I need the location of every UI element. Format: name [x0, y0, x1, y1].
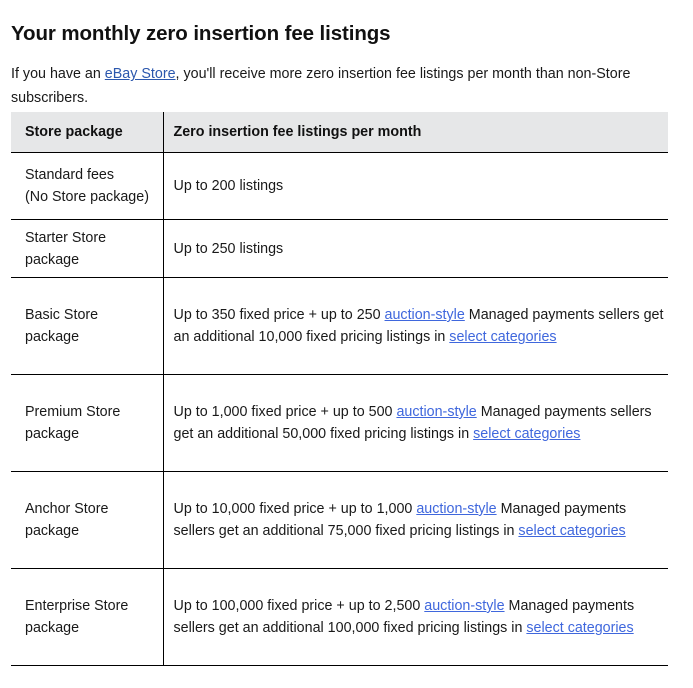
column-header-store-package-label: Store package: [25, 124, 123, 140]
listings-detail: Up to 200 listings: [164, 175, 669, 197]
listings-detail: Up to 1,000 fixed price + up to 500 auct…: [164, 401, 669, 445]
intro-paragraph: If you have an eBay Store, you'll receiv…: [11, 63, 663, 110]
table-row: Basic Store package Up to 350 fixed pric…: [11, 277, 669, 375]
store-package-line: package: [25, 251, 80, 268]
listings-primary: Up to 350 fixed price + up to 250 auctio…: [174, 307, 465, 323]
store-package-line: package: [25, 329, 80, 345]
cell-listings-detail: Up to 350 fixed price + up to 250 auctio…: [163, 277, 669, 375]
listings-primary: Up to 200 listings: [174, 178, 284, 194]
auction-style-link[interactable]: auction-style: [416, 501, 496, 517]
listings-detail: Up to 100,000 fixed price + up to 2,500 …: [164, 595, 669, 639]
table-header-row: Store package Zero insertion fee listing…: [11, 112, 668, 153]
listings-primary-text: Up to 1,000 fixed price + up to 500: [173, 404, 397, 420]
listings-primary-text: Up to 10,000 fixed price + up to 1,000: [173, 501, 417, 517]
cell-listings-detail: Up to 1,000 fixed price + up to 500 auct…: [163, 374, 669, 472]
table-row: Anchor Store package Up to 10,000 fixed …: [11, 471, 669, 569]
cell-store-package: Starter Store package: [11, 219, 164, 278]
listings-primary-text: Up to 350 fixed price + up to 250: [173, 307, 385, 323]
cell-listings-detail: Up to 100,000 fixed price + up to 2,500 …: [163, 568, 669, 666]
table-row: Enterprise Store package Up to 100,000 f…: [11, 568, 669, 666]
fee-listings-page: Your monthly zero insertion fee listings…: [0, 0, 693, 688]
table-header: Store package Zero insertion fee listing…: [11, 112, 668, 153]
listings-detail: Up to 10,000 fixed price + up to 1,000 a…: [164, 498, 669, 542]
store-package-line: package: [25, 523, 80, 539]
store-package-name: Premium Store package: [11, 401, 163, 445]
listings-detail: Up to 350 fixed price + up to 250 auctio…: [164, 304, 669, 348]
select-categories-link[interactable]: select categories: [449, 329, 556, 345]
store-package-name: Standard fees (No Store package): [11, 164, 163, 208]
listings-primary-text: Up to 250 listings: [173, 240, 284, 257]
listings-primary: Up to 10,000 fixed price + up to 1,000 a…: [174, 501, 497, 517]
listings-primary: Up to 250 listings: [174, 241, 284, 257]
select-categories-link[interactable]: select categories: [473, 426, 580, 442]
store-package-line: Basic Store: [25, 307, 99, 323]
table-body: Standard fees (No Store package) Up to 2…: [11, 152, 669, 666]
zero-insertion-fee-table: Store package Zero insertion fee listing…: [11, 112, 668, 666]
cell-listings-detail: Up to 10,000 fixed price + up to 1,000 a…: [163, 471, 669, 569]
cell-store-package: Enterprise Store package: [11, 568, 164, 666]
listings-detail: Up to 250 listings: [164, 238, 669, 260]
cell-listings-detail: Up to 200 listings: [163, 152, 669, 220]
ebay-store-link[interactable]: eBay Store: [105, 66, 176, 82]
listings-primary-text: Up to 100,000 fixed price + up to 2,500: [173, 598, 425, 614]
table-row: Standard fees (No Store package) Up to 2…: [11, 152, 669, 220]
store-package-line: Anchor Store: [25, 501, 109, 517]
column-header-zero-insertion-listings-label: Zero insertion fee listings per month: [173, 124, 422, 140]
store-package-name: Starter Store package: [11, 227, 163, 271]
store-package-line: Starter Store: [25, 229, 107, 246]
listings-primary-text: Up to 200 listings: [173, 178, 284, 194]
page-title: Your monthly zero insertion fee listings: [11, 21, 391, 45]
table-row: Starter Store package Up to 250 listings: [11, 219, 669, 278]
store-package-name: Anchor Store package: [11, 498, 163, 542]
auction-style-link[interactable]: auction-style: [396, 404, 476, 420]
cell-store-package: Premium Store package: [11, 374, 164, 472]
store-package-line: package: [25, 620, 80, 636]
auction-style-link[interactable]: auction-style: [385, 307, 465, 323]
table-row: Premium Store package Up to 1,000 fixed …: [11, 374, 669, 472]
cell-store-package: Anchor Store package: [11, 471, 164, 569]
store-package-line: Standard fees: [25, 167, 115, 183]
store-package-name: Basic Store package: [11, 304, 163, 348]
store-package-line: Enterprise Store: [25, 598, 129, 614]
cell-store-package: Basic Store package: [11, 277, 164, 375]
store-package-line: Premium Store: [25, 404, 121, 420]
store-package-line: package: [25, 426, 80, 442]
cell-store-package: Standard fees (No Store package): [11, 152, 164, 220]
select-categories-link[interactable]: select categories: [518, 523, 625, 539]
cell-listings-detail: Up to 250 listings: [163, 219, 669, 278]
store-package-name: Enterprise Store package: [11, 595, 163, 639]
auction-style-link[interactable]: auction-style: [424, 598, 504, 614]
intro-text-before-link: If you have an: [11, 66, 105, 83]
column-header-store-package: Store package: [11, 112, 164, 153]
store-package-line: (No Store package): [25, 189, 149, 205]
listings-primary: Up to 100,000 fixed price + up to 2,500 …: [174, 598, 505, 614]
column-header-zero-insertion-listings: Zero insertion fee listings per month: [163, 112, 668, 153]
listings-primary: Up to 1,000 fixed price + up to 500 auct…: [174, 404, 477, 420]
select-categories-link[interactable]: select categories: [526, 620, 633, 636]
